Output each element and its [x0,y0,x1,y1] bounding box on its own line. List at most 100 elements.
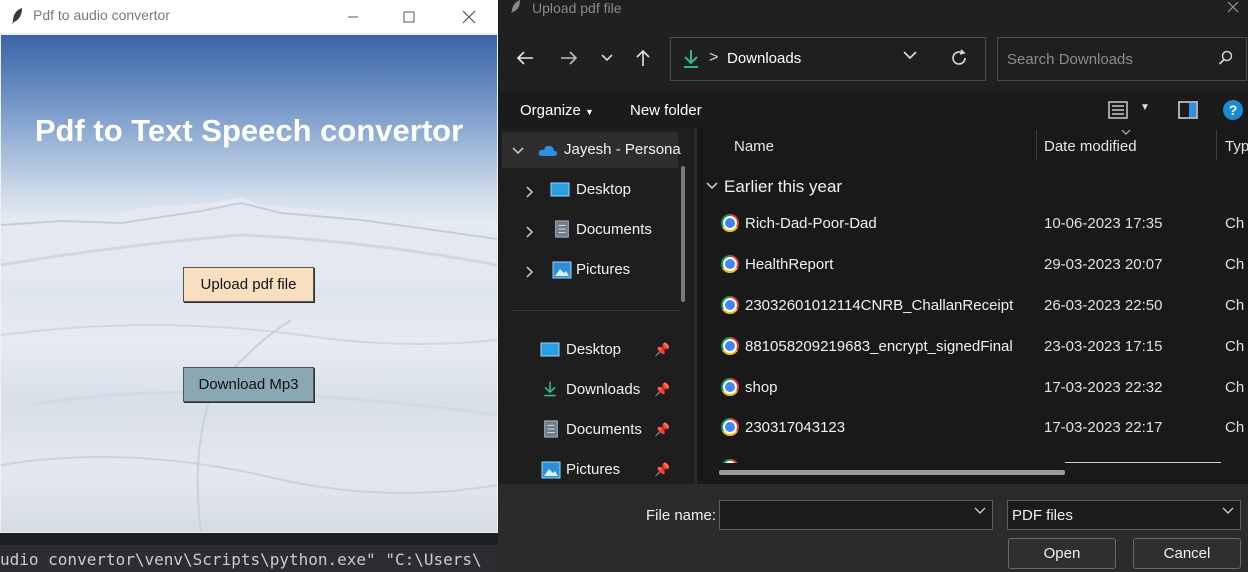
feather-icon [511,0,520,13]
column-separator[interactable] [1216,130,1217,160]
feather-icon [12,8,22,24]
file-open-dialog: Upload pdf file > Downloads Search Downl… [498,0,1248,572]
file-row[interactable]: shop 17-03-2023 22:32 Ch [697,368,1248,408]
file-name: HealthReport [745,256,834,273]
file-list: Name Date modified Typ Earlier this year… [697,128,1248,484]
download-mp3-button[interactable]: Download Mp3 [183,367,314,402]
nav-onedrive-account[interactable]: Jayesh - Persona [502,132,681,168]
horizontal-scrollbar[interactable] [719,470,1065,475]
expand-chevron-icon[interactable] [526,266,534,278]
organize-caret-icon: ▼ [585,107,594,117]
search-box[interactable]: Search Downloads [997,37,1247,81]
quick-access-desktop[interactable]: Desktop 📌 [498,332,678,368]
quick-access-downloads[interactable]: Downloads 📌 [498,372,678,408]
file-row[interactable]: 230317043123 17-03-2023 22:17 Ch [697,408,1248,448]
preview-pane-icon[interactable] [1178,101,1198,119]
nav-tree-label: Desktop [576,181,632,198]
file-row[interactable]: 23032601012114CNRB_ChallanReceipt 26-03-… [697,286,1248,326]
desktop-icon [540,342,560,357]
app-heading: Pdf to Text Speech convertor [34,113,464,148]
new-folder-button[interactable]: New folder [630,102,702,119]
pictures-icon [541,461,561,479]
file-type: Ch [1225,419,1245,436]
group-header[interactable]: Earlier this year [724,177,842,197]
recent-locations-chevron-icon[interactable] [592,44,622,72]
scroll-track-line [1065,462,1221,463]
file-row[interactable]: Rich-Dad-Poor-Dad 10-06-2023 17:35 Ch [697,204,1248,244]
column-header-name[interactable]: Name [734,138,774,155]
organize-menu[interactable]: Organize ▼ [520,102,594,119]
column-header-type[interactable]: Typ [1225,138,1248,155]
minimize-icon[interactable] [330,0,376,33]
nav-scrollbar[interactable] [681,166,685,302]
file-name-input[interactable] [719,500,993,530]
chrome-pdf-icon [721,255,739,273]
nav-tree-label: Documents [576,221,652,238]
pin-icon[interactable]: 📌 [654,342,670,358]
quick-access-label: Downloads [566,381,641,398]
help-icon[interactable]: ? [1223,100,1243,120]
file-type: Ch [1225,256,1245,273]
close-icon[interactable] [446,0,492,33]
column-separator[interactable] [1036,130,1037,160]
cancel-button[interactable]: Cancel [1133,538,1241,569]
forward-arrow-icon[interactable] [554,44,584,72]
expand-chevron-icon[interactable] [526,186,534,198]
quick-access-pictures[interactable]: Pictures 📌 [498,452,678,484]
expand-chevron-icon[interactable] [526,226,534,238]
file-name: Rich-Dad-Poor-Dad [745,215,877,232]
breadcrumb-separator: > [709,49,719,66]
nav-tree-documents[interactable]: Documents [498,212,678,248]
address-bar[interactable]: > Downloads [670,37,986,81]
file-type: Ch [1225,338,1245,355]
organize-label: Organize [520,102,581,119]
open-button[interactable]: Open [1008,538,1116,569]
file-name-dropdown-chevron-icon[interactable] [974,507,986,515]
documents-icon [555,220,569,238]
quick-access-label: Documents [566,421,642,438]
file-type-filter-select[interactable]: PDF files [1007,500,1241,530]
file-date: 17-03-2023 22:32 [1044,379,1163,396]
downloads-icon [684,50,698,68]
back-arrow-icon[interactable] [510,44,540,72]
tk-titlebar: Pdf to audio convertor [0,0,498,33]
dialog-toolbar: Organize ▼ New folder ▼ ? [498,92,1248,128]
up-arrow-icon[interactable] [628,44,658,72]
nav-account-label: Jayesh - Persona [564,141,681,158]
file-name-label: File name: [646,507,717,524]
pin-icon[interactable]: 📌 [654,462,670,478]
address-dropdown-chevron-icon[interactable] [903,50,917,60]
pin-icon[interactable]: 📌 [654,422,670,438]
file-name: 881058209219683_encrypt_signedFinal [745,338,1013,355]
window-title: Pdf to audio convertor [33,7,170,23]
search-icon[interactable] [1218,50,1234,66]
dialog-close-icon[interactable] [1218,0,1248,18]
view-options-caret-icon[interactable]: ▼ [1140,102,1150,113]
navigation-pane: Jayesh - Persona Desktop Documents Pictu… [498,128,694,484]
upload-pdf-button[interactable]: Upload pdf file [183,267,314,302]
maximize-icon[interactable] [386,0,432,33]
filter-dropdown-chevron-icon[interactable] [1222,507,1234,515]
group-collapse-chevron-icon[interactable] [706,182,718,190]
onedrive-cloud-icon [538,145,558,156]
file-row[interactable]: HealthReport 29-03-2023 20:07 Ch [697,245,1248,285]
breadcrumb-downloads[interactable]: Downloads [727,50,801,67]
file-row[interactable]: 881058209219683_encrypt_signedFinal 23-0… [697,327,1248,367]
downloads-icon [544,381,556,397]
expand-chevron-icon[interactable] [512,147,524,155]
file-row-partial[interactable] [697,449,1248,463]
nav-tree-desktop[interactable]: Desktop [498,172,678,208]
quick-access-documents[interactable]: Documents 📌 [498,412,678,448]
chrome-pdf-icon [721,214,739,232]
file-name: 230317043123 [745,419,846,436]
change-view-icon[interactable] [1108,101,1128,119]
file-date: 29-03-2023 20:07 [1044,256,1163,273]
quick-access-label: Desktop [566,341,622,358]
nav-tree-pictures[interactable]: Pictures [498,252,678,288]
pin-icon[interactable]: 📌 [654,382,670,398]
pictures-icon [552,261,572,279]
nav-divider [512,310,680,311]
chrome-pdf-icon [721,459,739,463]
column-header-date-modified[interactable]: Date modified [1044,138,1137,155]
refresh-icon[interactable] [949,48,969,68]
